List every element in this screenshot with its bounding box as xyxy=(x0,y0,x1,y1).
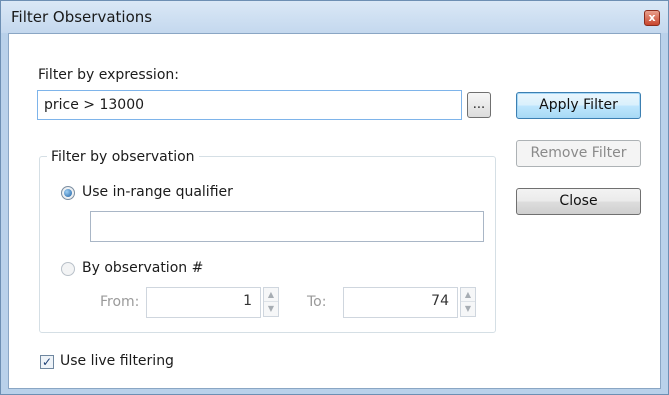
title-bar[interactable]: Filter Observations x xyxy=(1,1,668,33)
expression-value: price > 13000 xyxy=(44,97,145,113)
live-filtering-checkbox[interactable]: ✓ xyxy=(40,355,54,369)
dialog-body: Filter by expression: price > 13000 ... … xyxy=(8,33,661,389)
from-label: From: xyxy=(100,294,140,310)
close-window-icon[interactable]: x xyxy=(644,10,660,26)
browse-expression-button[interactable]: ... xyxy=(467,92,491,118)
in-range-input[interactable] xyxy=(90,211,484,242)
to-value: 74 xyxy=(431,293,449,309)
in-range-radio[interactable] xyxy=(61,186,75,200)
by-observation-label: By observation # xyxy=(82,260,204,276)
from-spinner[interactable]: ▲ ▼ xyxy=(263,287,279,317)
expression-input[interactable]: price > 13000 xyxy=(37,90,462,120)
remove-filter-button[interactable]: Remove Filter xyxy=(516,140,641,167)
spin-up-icon[interactable]: ▲ xyxy=(461,288,475,302)
to-label: To: xyxy=(307,294,327,310)
from-value: 1 xyxy=(243,293,252,309)
from-input[interactable]: 1 xyxy=(146,287,261,318)
filter-observations-dialog: Filter Observations x Filter by expressi… xyxy=(0,0,669,395)
spin-down-icon[interactable]: ▼ xyxy=(461,302,475,316)
spin-up-icon[interactable]: ▲ xyxy=(264,288,278,302)
close-button[interactable]: Close xyxy=(516,188,641,215)
spin-down-icon[interactable]: ▼ xyxy=(264,302,278,316)
in-range-label: Use in-range qualifier xyxy=(82,184,233,200)
dialog-title: Filter Observations xyxy=(11,8,153,26)
observation-group-title: Filter by observation xyxy=(47,149,199,165)
expression-label: Filter by expression: xyxy=(38,67,179,83)
to-spinner[interactable]: ▲ ▼ xyxy=(460,287,476,317)
by-observation-radio[interactable] xyxy=(61,262,75,276)
live-filtering-label: Use live filtering xyxy=(60,353,174,369)
to-input[interactable]: 74 xyxy=(343,287,458,318)
apply-filter-button[interactable]: Apply Filter xyxy=(516,92,641,119)
